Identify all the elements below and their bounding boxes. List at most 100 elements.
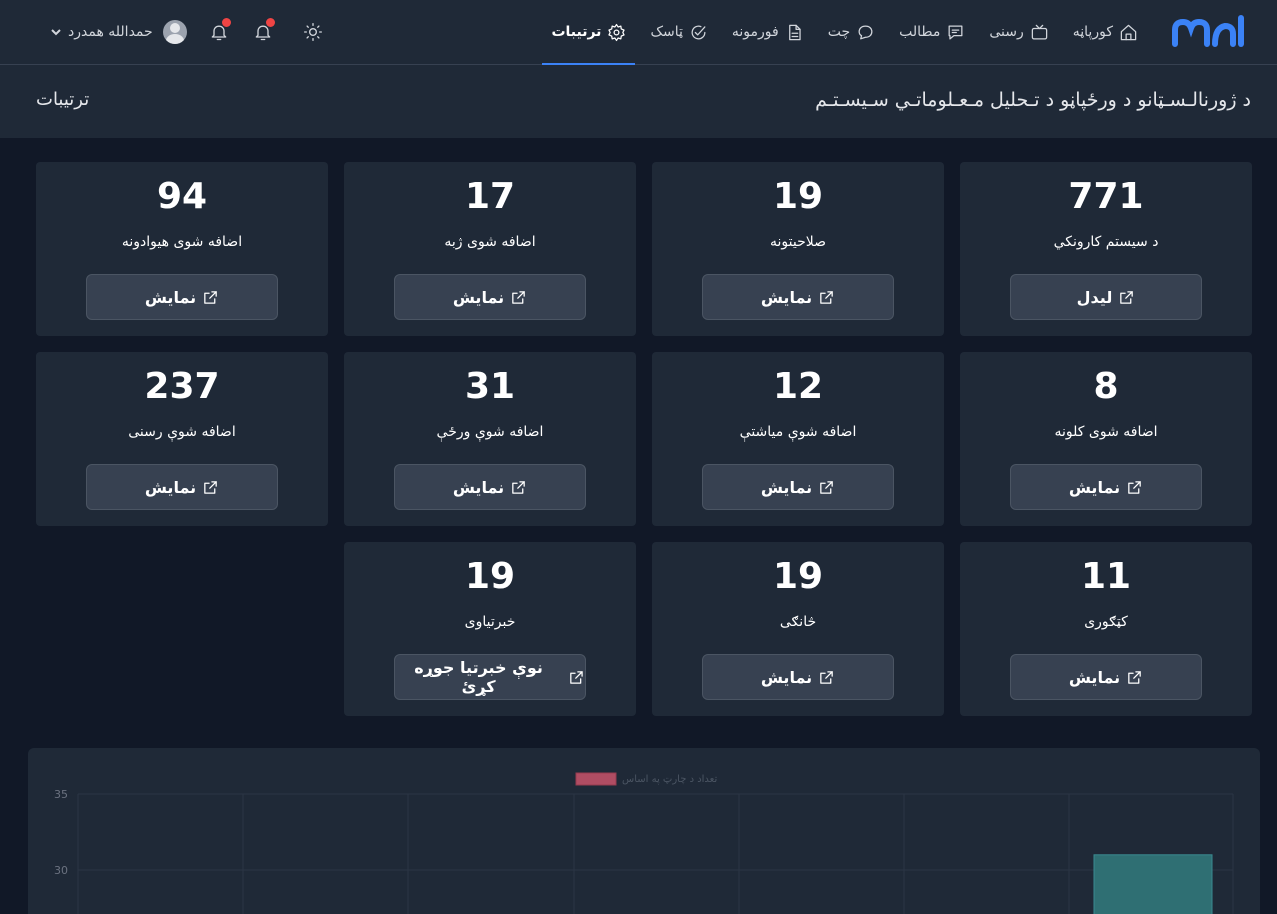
stat-label: خبرتیاوی <box>464 614 516 630</box>
stat-value: 19 <box>464 556 516 597</box>
notifications-button[interactable] <box>207 18 231 44</box>
chat-bubble-icon <box>858 25 873 39</box>
view-button-label: نمایش <box>760 287 813 307</box>
create-notification-label: نوې خبرتیا جوړه کړئ <box>414 658 543 696</box>
stat-card: 12 اضافه شوې میاشتې نمایش <box>652 352 944 526</box>
logo-icon[interactable] <box>1171 10 1251 54</box>
nav-media-label: رسنی <box>989 24 1024 40</box>
view-button[interactable]: نمایش <box>1010 654 1202 700</box>
breadcrumb: ترتیبات <box>36 89 90 110</box>
alerts-button[interactable] <box>251 18 275 44</box>
view-button-label: نمایش <box>1068 477 1121 497</box>
view-button-label: نمایش <box>144 287 197 307</box>
legend-swatch <box>575 772 617 786</box>
stat-card: 17 اضافه شوی ژبه نمایش <box>344 162 636 336</box>
stat-value: 771 <box>1068 176 1144 217</box>
stat-label: اضافه شوی ژبه <box>444 234 536 250</box>
external-link-icon <box>820 480 833 494</box>
stat-card: 94 اضافه شوی هیوادونه نمایش <box>36 162 328 336</box>
stat-label: اضافه شوې ورځې <box>436 424 544 440</box>
y-tick-label: 35 <box>54 788 68 801</box>
nav-settings[interactable]: ترتیبات <box>542 0 636 65</box>
external-link-icon <box>512 480 525 494</box>
chart-bar <box>1093 854 1213 914</box>
nav-chat-label: چت <box>827 24 851 40</box>
view-button[interactable]: نمایش <box>702 464 894 510</box>
stat-card: 31 اضافه شوې ورځې نمایش <box>344 352 636 526</box>
view-button[interactable]: نمایش <box>394 274 586 320</box>
stat-value: 19 <box>772 556 824 597</box>
stat-card: 19 څانګی نمایش <box>652 542 944 716</box>
legend-label: تعداد د چارټ په اساس <box>622 774 718 785</box>
nav-settings-label: ترتیبات <box>551 24 602 40</box>
view-button[interactable]: نمایش <box>86 464 278 510</box>
tv-icon <box>1031 24 1048 39</box>
nav-forms[interactable]: فورمونه <box>723 0 813 64</box>
chart-panel: تعداد د چارټ په اساس 35 30 <box>28 748 1260 914</box>
page-header: د ژورنالـسـټانو د ورځپاڼو د تـحلیل مـعـل… <box>0 65 1277 138</box>
nav-home[interactable]: کورپاڼه <box>1064 0 1147 64</box>
external-link-icon <box>204 480 217 494</box>
view-button-label: نمایش <box>760 667 813 687</box>
stat-label: اضافه شوی کلونه <box>1054 424 1158 440</box>
stat-label: صلاحیتونه <box>770 234 826 250</box>
nav-tasks[interactable]: ټاسک <box>641 0 716 64</box>
stat-label: اضافه شوې رسنی <box>128 424 236 440</box>
external-link-icon <box>1128 670 1141 684</box>
stat-value: 31 <box>464 366 516 407</box>
nav-tasks-label: ټاسک <box>650 24 683 40</box>
document-icon <box>788 24 801 40</box>
create-notification-button[interactable]: نوې خبرتیا جوړه کړئ <box>394 654 586 700</box>
view-button-label: نمایش <box>760 477 813 497</box>
sun-icon <box>303 23 322 41</box>
stat-value: 19 <box>772 176 824 217</box>
check-circle-icon <box>691 25 706 39</box>
external-link-icon <box>820 670 833 684</box>
user-name: حمدالله همدرد <box>68 24 153 40</box>
external-link-icon <box>570 670 583 684</box>
main-menu: کورپاڼه رسنی مطالب چت فورمونه ټاسک ترتیب… <box>536 0 1147 65</box>
avatar <box>162 20 187 44</box>
nav-home-label: کورپاڼه <box>1072 24 1113 40</box>
stat-value: 94 <box>156 176 208 217</box>
page-title: د ژورنالـسـټانو د ورځپاڼو د تـحلیل مـعـل… <box>815 89 1251 111</box>
view-button[interactable]: نمایش <box>702 654 894 700</box>
view-button[interactable]: نمایش <box>394 464 586 510</box>
theme-toggle-button[interactable] <box>301 20 325 44</box>
stat-label: اضافه شوې میاشتې <box>739 424 857 440</box>
home-icon <box>1120 24 1137 40</box>
stat-value: 12 <box>772 366 824 407</box>
external-link-icon <box>820 290 833 304</box>
view-button[interactable]: نمایش <box>86 274 278 320</box>
nav-forms-label: فورمونه <box>731 24 779 40</box>
view-button[interactable]: نمایش <box>702 274 894 320</box>
view-button-label: نمایش <box>452 477 505 497</box>
view-button[interactable]: لیدل <box>1010 274 1202 320</box>
header-tools: حمدالله همدرد <box>50 0 325 64</box>
external-link-icon <box>1128 480 1141 494</box>
nav-chat[interactable]: چت <box>819 0 884 64</box>
stat-value: 8 <box>1093 366 1119 407</box>
stat-label: اضافه شوی هیوادونه <box>121 234 243 250</box>
view-button[interactable]: نمایش <box>1010 464 1202 510</box>
view-button-label: نمایش <box>1068 667 1121 687</box>
user-menu[interactable]: حمدالله همدرد <box>50 20 187 44</box>
stat-card: 8 اضافه شوی کلونه نمایش <box>960 352 1252 526</box>
message-square-icon <box>948 25 963 39</box>
nav-media[interactable]: رسنی <box>980 0 1057 64</box>
stat-card: 771 د سیستم کارونکي لیدل <box>960 162 1252 336</box>
stat-card: 19 صلاحیتونه نمایش <box>652 162 944 336</box>
stat-label: د سیستم کارونکي <box>1053 234 1159 250</box>
view-button-label: نمایش <box>452 287 505 307</box>
top-navbar: کورپاڼه رسنی مطالب چت فورمونه ټاسک ترتیب… <box>0 0 1277 65</box>
nav-posts[interactable]: مطالب <box>890 0 974 64</box>
stat-value: 17 <box>464 176 516 217</box>
notification-badge <box>265 18 275 27</box>
stat-value: 237 <box>144 366 220 407</box>
stat-card: 11 کټګوری نمایش <box>960 542 1252 716</box>
view-button-label: نمایش <box>144 477 197 497</box>
external-link-icon <box>1120 290 1134 304</box>
notification-badge <box>221 18 231 27</box>
external-link-icon <box>204 290 217 304</box>
external-link-icon <box>512 290 525 304</box>
